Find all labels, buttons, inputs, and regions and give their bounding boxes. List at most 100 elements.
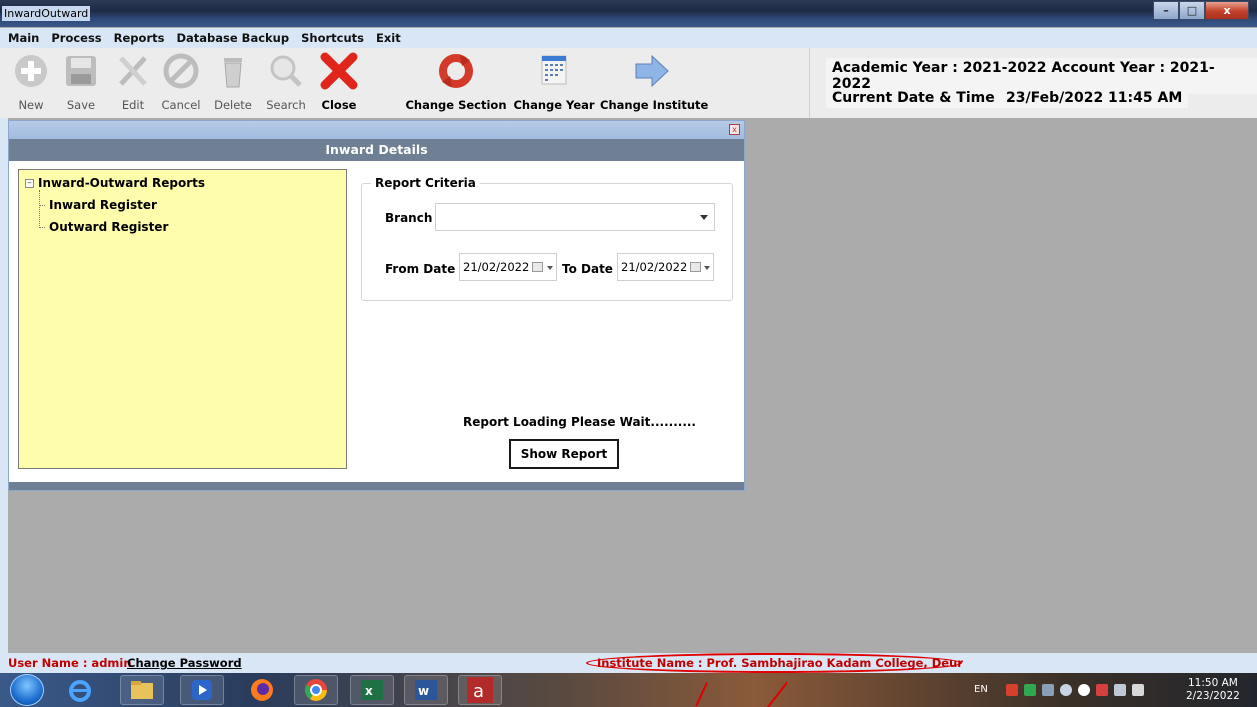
close-button[interactable]: Close bbox=[314, 50, 364, 116]
cancel-button[interactable]: Cancel bbox=[158, 50, 204, 116]
report-criteria-group bbox=[361, 183, 733, 301]
change-year-label: Change Year bbox=[513, 98, 595, 112]
to-date-label: To Date bbox=[562, 262, 613, 276]
institute-name: Institute Name : Prof. Sambhajirao Kadam… bbox=[597, 656, 963, 670]
firefox-icon[interactable] bbox=[240, 675, 284, 705]
search-button[interactable]: Search bbox=[260, 50, 312, 116]
user-name: User Name : admin bbox=[8, 656, 132, 670]
tools-icon bbox=[119, 56, 147, 86]
clock-time: 11:50 AM bbox=[1188, 677, 1238, 689]
svg-text:a: a bbox=[473, 681, 484, 702]
change-section-button[interactable]: Change Section bbox=[404, 50, 508, 116]
menu-process[interactable]: Process bbox=[51, 31, 101, 45]
change-institute-label: Change Institute bbox=[600, 98, 709, 112]
show-report-button[interactable]: Show Report bbox=[509, 439, 619, 469]
menu-main[interactable]: Main bbox=[8, 31, 39, 45]
floppy-icon bbox=[66, 56, 96, 86]
close-label: Close bbox=[321, 98, 357, 112]
collapse-icon[interactable]: – bbox=[25, 179, 34, 188]
change-year-button[interactable]: Change Year bbox=[512, 50, 596, 116]
magnifier-icon bbox=[270, 55, 302, 87]
annotation-arrow-right bbox=[761, 681, 788, 707]
child-header: Inward Details bbox=[9, 139, 744, 161]
calendar-icon bbox=[532, 262, 543, 272]
menu-reports[interactable]: Reports bbox=[114, 31, 165, 45]
tree-root[interactable]: Inward-Outward Reports bbox=[38, 176, 205, 190]
network-tray-icon[interactable] bbox=[1114, 684, 1126, 696]
system-tray: EN 11:50 AM 2/23/2022 bbox=[968, 673, 1257, 707]
media-player-icon[interactable] bbox=[180, 675, 224, 705]
maximize-button[interactable]: □ bbox=[1179, 1, 1205, 20]
save-label: Save bbox=[66, 98, 96, 112]
volume-tray-icon[interactable] bbox=[1132, 684, 1144, 696]
arrow-right-icon bbox=[635, 54, 669, 88]
update-tray-icon[interactable] bbox=[1060, 684, 1072, 696]
from-date-picker[interactable]: 21/02/2022 bbox=[459, 253, 557, 281]
start-button-icon[interactable] bbox=[10, 674, 44, 706]
acrobat-tray-icon[interactable] bbox=[1006, 684, 1018, 696]
from-date-label: From Date bbox=[385, 262, 456, 276]
word-icon[interactable]: w bbox=[404, 675, 448, 705]
minimize-button[interactable]: – bbox=[1153, 1, 1179, 20]
menu-bar: Main Process Reports Database Backup Sho… bbox=[0, 28, 1257, 48]
branch-label: Branch bbox=[385, 211, 433, 225]
app-a-icon[interactable]: a bbox=[458, 675, 502, 705]
child-titlebar: x bbox=[9, 121, 744, 139]
tree-item-outward-register[interactable]: Outward Register bbox=[49, 220, 168, 234]
inward-details-window: x Inward Details – Inward-Outward Report… bbox=[8, 120, 745, 491]
calendar-icon bbox=[541, 55, 567, 85]
save-button[interactable]: Save bbox=[58, 50, 104, 116]
menu-exit[interactable]: Exit bbox=[376, 31, 401, 45]
clock[interactable]: 11:50 AM 2/23/2022 bbox=[1186, 677, 1240, 703]
edit-button[interactable]: Edit bbox=[110, 50, 156, 116]
change-section-label: Change Section bbox=[405, 98, 507, 112]
tree-item-inward-register[interactable]: Inward Register bbox=[49, 198, 157, 212]
child-close-icon[interactable]: x bbox=[729, 124, 740, 135]
report-criteria-title: Report Criteria bbox=[371, 176, 480, 190]
branch-select[interactable] bbox=[435, 203, 715, 231]
report-tree: – Inward-Outward Reports Inward Register… bbox=[18, 169, 347, 469]
search-tray-icon[interactable] bbox=[1078, 684, 1090, 696]
close-window-button[interactable]: x bbox=[1205, 1, 1249, 20]
window-title: InwardOutward bbox=[2, 6, 91, 21]
ie-icon[interactable] bbox=[58, 675, 102, 705]
taskbar: x w a EN 11:50 AM 2/23/2022 bbox=[0, 673, 1257, 707]
excel-icon[interactable]: x bbox=[350, 675, 394, 705]
delete-label: Delete bbox=[214, 98, 252, 112]
dropdown-icon bbox=[547, 266, 553, 270]
loading-message: Report Loading Please Wait.......... bbox=[463, 415, 696, 429]
search-label: Search bbox=[266, 98, 306, 112]
datetime-value: 23/Feb/2022 11:45 AM bbox=[1000, 88, 1189, 108]
user-tray-icon[interactable] bbox=[1042, 684, 1054, 696]
delete-button[interactable]: Delete bbox=[208, 50, 258, 116]
edit-label: Edit bbox=[121, 98, 145, 112]
quickheal-tray-icon[interactable] bbox=[1024, 684, 1036, 696]
chrome-icon[interactable] bbox=[294, 675, 338, 705]
refresh-icon bbox=[439, 54, 473, 88]
menu-shortcuts[interactable]: Shortcuts bbox=[301, 31, 364, 45]
annotation-arrow-left bbox=[695, 682, 708, 707]
status-bar: User Name : admin Change Password Instit… bbox=[0, 653, 1257, 673]
clock-date: 2/23/2022 bbox=[1186, 690, 1240, 702]
new-button[interactable]: New bbox=[8, 50, 54, 116]
title-bar: InwardOutward – □ x bbox=[0, 0, 1257, 27]
svg-text:w: w bbox=[418, 684, 429, 698]
calendar-icon bbox=[690, 262, 701, 272]
to-date-picker[interactable]: 21/02/2022 bbox=[617, 253, 714, 281]
red-x-icon bbox=[320, 52, 358, 90]
datetime-label: Current Date & Time : bbox=[826, 88, 1012, 108]
to-date-value: 21/02/2022 bbox=[621, 260, 688, 274]
dropdown-icon bbox=[704, 266, 710, 270]
new-label: New bbox=[18, 98, 44, 112]
recycle-bin-icon bbox=[224, 58, 242, 88]
change-institute-button[interactable]: Change Institute bbox=[600, 50, 709, 116]
menu-database-backup[interactable]: Database Backup bbox=[176, 31, 289, 45]
plus-icon bbox=[15, 55, 47, 87]
explorer-icon[interactable] bbox=[120, 675, 164, 705]
change-password-link[interactable]: Change Password bbox=[127, 656, 242, 670]
language-indicator[interactable]: EN bbox=[974, 684, 988, 695]
flag-tray-icon[interactable] bbox=[1096, 684, 1108, 696]
prohibit-icon bbox=[163, 53, 199, 89]
child-footer bbox=[9, 482, 744, 490]
cancel-label: Cancel bbox=[161, 98, 201, 112]
